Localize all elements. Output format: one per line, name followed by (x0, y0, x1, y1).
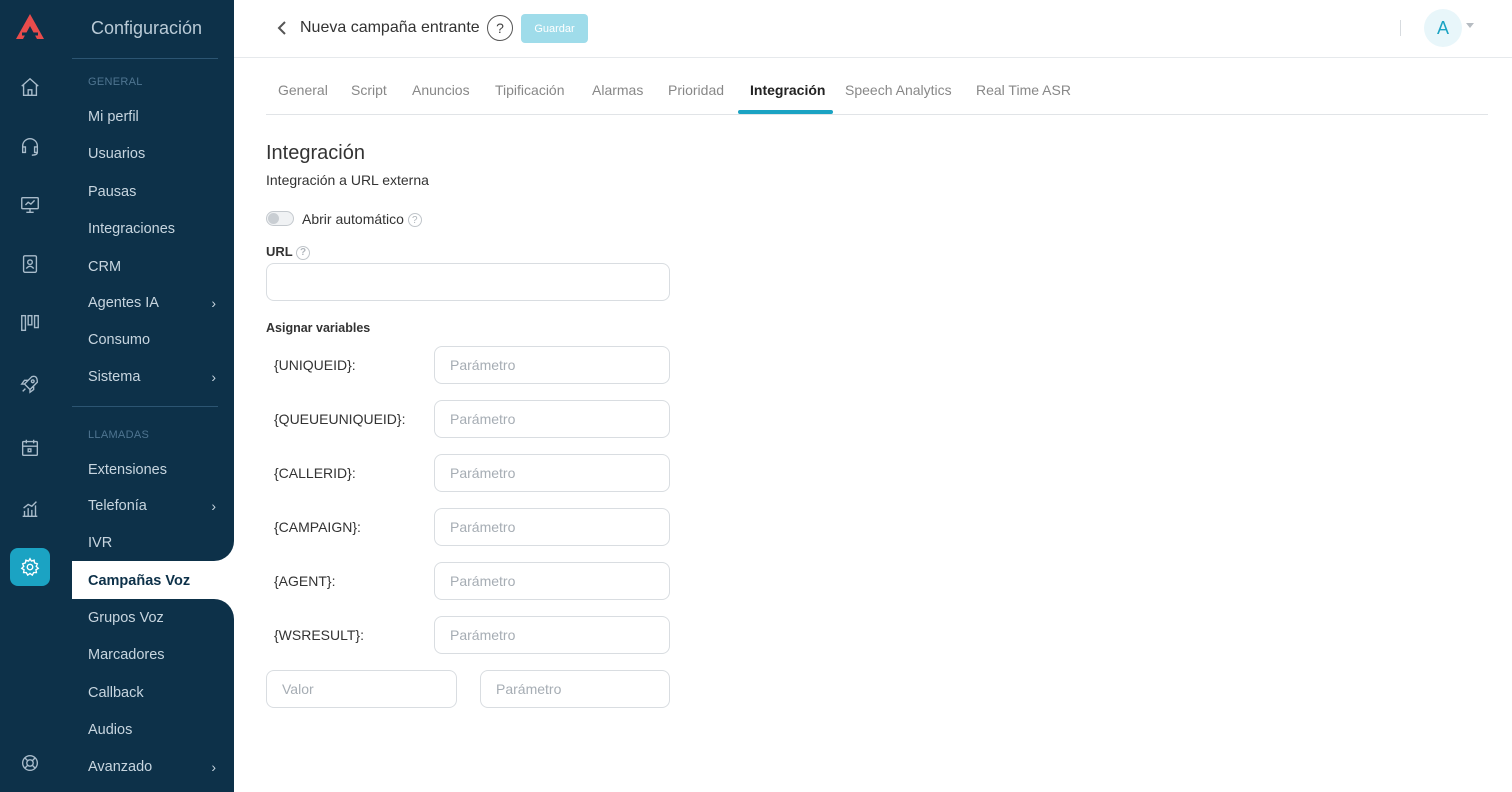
help-icon[interactable]: ? (296, 245, 311, 260)
url-label-text: URL (266, 244, 293, 259)
variable-name: {CALLERID}: (274, 465, 356, 481)
toggle-label-text: Abrir automático (302, 211, 404, 227)
kanban-icon[interactable] (16, 309, 44, 337)
custom-value-input[interactable] (266, 670, 457, 708)
tab-general[interactable]: General (278, 82, 328, 98)
avatar[interactable]: A (1424, 9, 1462, 47)
assign-variables-label: Asignar variables (266, 321, 371, 335)
help-icon[interactable]: ? (407, 213, 422, 228)
menu-item-integraciones[interactable]: Integraciones (88, 220, 218, 238)
active-tab-indicator (738, 110, 833, 114)
menu-divider (72, 58, 218, 59)
parameter-input-uniqueid[interactable] (434, 346, 670, 384)
custom-parameter-input[interactable] (480, 670, 670, 708)
icon-rail (0, 0, 60, 792)
variable-name: {WSRESULT}: (274, 627, 364, 643)
menu-item-consumo[interactable]: Consumo (88, 331, 218, 349)
menu-item-label: Telefonía (88, 498, 147, 514)
section-subtitle: Integración a URL externa (266, 172, 429, 188)
headset-icon[interactable] (16, 132, 44, 160)
monitor-icon[interactable] (16, 191, 44, 219)
menu-item-avanzado[interactable]: Avanzado › (88, 758, 218, 776)
header-divider (1400, 20, 1401, 36)
parameter-input-queueuniqueid[interactable] (434, 400, 670, 438)
menu-item-agentes-ia[interactable]: Agentes IA › (88, 294, 218, 312)
menu-item-usuarios[interactable]: Usuarios (88, 145, 218, 163)
menu-item-crm[interactable]: CRM (88, 258, 218, 276)
stats-icon[interactable] (16, 495, 44, 523)
menu-item-campanas-voz[interactable]: Campañas Voz (88, 572, 218, 590)
contacts-icon[interactable] (16, 250, 44, 278)
tab-prioridad[interactable]: Prioridad (668, 82, 724, 98)
logo-icon[interactable] (14, 12, 46, 42)
tab-tipificacion[interactable]: Tipificación (495, 82, 565, 98)
tab-bar: General Script Anuncios Tipificación Ala… (266, 58, 1488, 115)
menu-section-general: GENERAL (88, 76, 143, 88)
menu-item-label: Sistema (88, 369, 141, 385)
page-header: Nueva campaña entrante ? Guardar A (234, 0, 1512, 58)
rocket-icon[interactable] (16, 370, 44, 398)
chevron-right-icon: › (211, 369, 216, 385)
tab-alarmas[interactable]: Alarmas (592, 82, 643, 98)
auto-open-toggle[interactable] (266, 211, 294, 226)
parameter-input-callerid[interactable] (434, 454, 670, 492)
menu-item-label: Agentes IA (88, 295, 159, 311)
settings-icon[interactable] (10, 548, 50, 586)
tab-script[interactable]: Script (351, 82, 387, 98)
chevron-right-icon: › (211, 498, 216, 514)
help-button[interactable]: ? (487, 15, 513, 41)
menu-item-telefonia[interactable]: Telefonía › (88, 497, 218, 515)
variable-name: {CAMPAIGN}: (274, 519, 361, 535)
url-label: URL ? (266, 244, 311, 260)
menu-active-curve (194, 541, 234, 561)
menu-item-callback[interactable]: Callback (88, 684, 218, 702)
chevron-right-icon: › (211, 759, 216, 775)
settings-menu: Configuración GENERAL Mi perfil Usuarios… (60, 0, 234, 792)
auto-open-label: Abrir automático ? (302, 211, 422, 228)
home-icon[interactable] (16, 73, 44, 101)
tab-integracion[interactable]: Integración (750, 82, 825, 98)
parameter-input-wsresult[interactable] (434, 616, 670, 654)
tab-real-time-asr[interactable]: Real Time ASR (976, 82, 1071, 98)
menu-item-extensiones[interactable]: Extensiones (88, 461, 218, 479)
caret-down-icon[interactable] (1466, 23, 1474, 28)
menu-item-pausas[interactable]: Pausas (88, 183, 218, 201)
menu-item-label: Avanzado (88, 759, 153, 775)
parameter-input-campaign[interactable] (434, 508, 670, 546)
menu-item-sistema[interactable]: Sistema › (88, 368, 218, 386)
chevron-right-icon: › (211, 295, 216, 311)
menu-item-mi-perfil[interactable]: Mi perfil (88, 108, 218, 126)
menu-item-audios[interactable]: Audios (88, 721, 218, 739)
variable-name: {AGENT}: (274, 573, 336, 589)
tab-anuncios[interactable]: Anuncios (412, 82, 470, 98)
back-arrow-icon[interactable] (272, 18, 292, 38)
page-title: Nueva campaña entrante (300, 19, 480, 36)
calendar-icon[interactable] (16, 434, 44, 462)
url-input[interactable] (266, 263, 670, 301)
menu-section-llamadas: LLAMADAS (88, 429, 150, 441)
tab-speech-analytics[interactable]: Speech Analytics (845, 82, 952, 98)
support-icon[interactable] (16, 749, 44, 777)
menu-item-grupos-voz[interactable]: Grupos Voz (88, 609, 218, 627)
menu-divider (72, 406, 218, 407)
section-title: Integración (266, 142, 365, 164)
menu-title: Configuración (91, 18, 203, 38)
parameter-input-agent[interactable] (434, 562, 670, 600)
variable-name: {UNIQUEID}: (274, 357, 356, 373)
menu-item-marcadores[interactable]: Marcadores (88, 646, 218, 664)
save-button[interactable]: Guardar (521, 14, 588, 43)
variable-name: {QUEUEUNIQUEID}: (274, 411, 406, 427)
